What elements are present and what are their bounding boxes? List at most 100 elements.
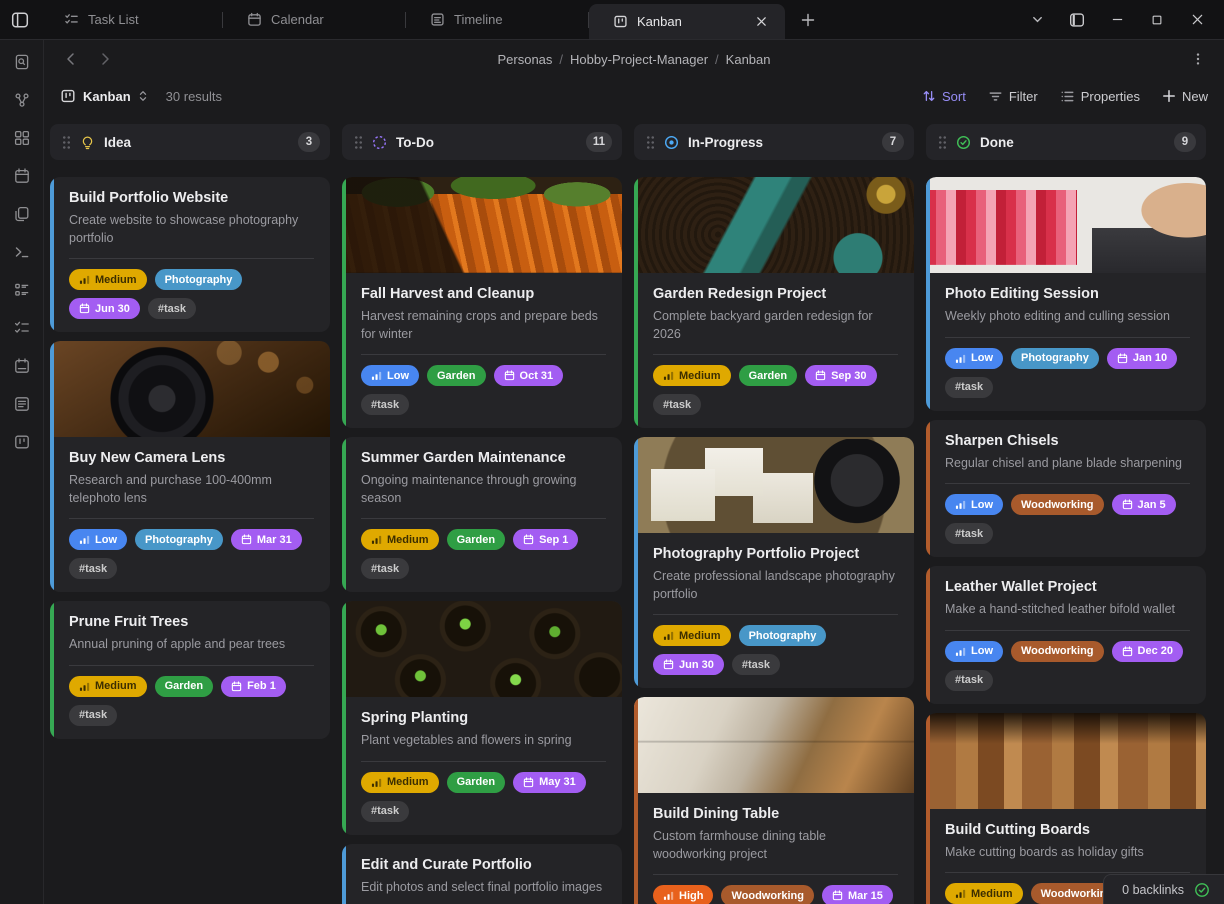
tag-badge: #task bbox=[361, 558, 409, 579]
minimize-icon[interactable] bbox=[1100, 6, 1134, 34]
card-body: Sharpen ChiselsRegular chisel and plane … bbox=[926, 420, 1206, 558]
kanban-card[interactable]: Summer Garden MaintenanceOngoing mainten… bbox=[342, 437, 622, 592]
close-tab-icon[interactable] bbox=[751, 12, 771, 32]
priority-badge: Low bbox=[945, 494, 1003, 515]
card-badges: MediumGardenSep 30#task bbox=[653, 365, 898, 415]
calendar-icon[interactable] bbox=[8, 164, 36, 188]
category-badge: Photography bbox=[739, 625, 827, 646]
tab-calendar[interactable]: Calendar bbox=[223, 0, 405, 39]
agenda-calendar-icon[interactable] bbox=[8, 354, 36, 378]
kanban-card[interactable]: Edit and Curate PortfolioEdit photos and… bbox=[342, 844, 622, 904]
kanban-card[interactable]: Build Portfolio WebsiteCreate website to… bbox=[50, 177, 330, 332]
breadcrumb-item[interactable]: Kanban bbox=[726, 52, 771, 67]
column-header[interactable]: To-Do11 bbox=[342, 124, 622, 160]
badge-label: Woodworking bbox=[1021, 645, 1094, 657]
kanban-column-idea: Idea3 Build Portfolio WebsiteCreate websi… bbox=[50, 124, 330, 904]
tag-badge: #task bbox=[653, 394, 701, 415]
breadcrumb-item[interactable]: Personas bbox=[497, 52, 552, 67]
new-button[interactable]: New bbox=[1162, 89, 1208, 104]
badge-label: Woodworking bbox=[1021, 499, 1094, 511]
sidebar-toggle-icon[interactable] bbox=[0, 10, 40, 30]
page-search-icon[interactable] bbox=[8, 50, 36, 74]
kanban-card[interactable]: Photo Editing SessionWeekly photo editin… bbox=[926, 177, 1206, 411]
navigation-row: Personas / Hobby-Project-Manager / Kanba… bbox=[44, 40, 1224, 78]
priority-badge: Low bbox=[69, 529, 127, 550]
breadcrumb-item[interactable]: Hobby-Project-Manager bbox=[570, 52, 708, 67]
kanban-card[interactable]: Fall Harvest and CleanupHarvest remainin… bbox=[342, 177, 622, 428]
card-body: Buy New Camera LensResearch and purchase… bbox=[50, 437, 330, 592]
tab-label: Calendar bbox=[271, 12, 391, 27]
badge-label: Photography bbox=[1021, 352, 1089, 364]
backlinks-pill[interactable]: 0 backlinks bbox=[1103, 874, 1224, 904]
breadcrumb: Personas / Hobby-Project-Manager / Kanba… bbox=[44, 52, 1224, 67]
more-options-icon[interactable] bbox=[1186, 47, 1210, 71]
kanban-card[interactable]: Prune Fruit TreesAnnual pruning of apple… bbox=[50, 601, 330, 739]
close-window-icon[interactable] bbox=[1180, 6, 1214, 34]
relations-graph-icon[interactable] bbox=[8, 88, 36, 112]
maximize-icon[interactable] bbox=[1140, 6, 1174, 34]
due-date-badge: Dec 20 bbox=[1112, 641, 1183, 662]
card-divider bbox=[361, 518, 606, 519]
window-controls bbox=[1020, 6, 1224, 34]
forward-arrow-icon[interactable] bbox=[94, 48, 116, 70]
priority-badge: Medium bbox=[69, 269, 147, 290]
column-header[interactable]: Done9 bbox=[926, 124, 1206, 160]
card-title: Photography Portfolio Project bbox=[653, 546, 898, 562]
kanban-board-icon[interactable] bbox=[8, 430, 36, 454]
column-header[interactable]: In-Progress7 bbox=[634, 124, 914, 160]
kanban-card[interactable]: Build Dining TableCustom farmhouse dinin… bbox=[634, 697, 914, 904]
card-description: Regular chisel and plane blade sharpenin… bbox=[945, 455, 1190, 473]
drag-handle-icon[interactable] bbox=[62, 135, 71, 149]
results-count: 30 results bbox=[166, 89, 222, 104]
card-cover-dining-table bbox=[634, 697, 914, 793]
kanban-card[interactable]: Sharpen ChiselsRegular chisel and plane … bbox=[926, 420, 1206, 558]
card-title: Fall Harvest and Cleanup bbox=[361, 286, 606, 302]
badge-label: Jun 30 bbox=[95, 303, 130, 315]
checklist-icon[interactable] bbox=[8, 316, 36, 340]
kanban-card[interactable]: Spring PlantingPlant vegetables and flow… bbox=[342, 601, 622, 835]
badge-label: Medium bbox=[679, 370, 721, 382]
card-badges: LowWoodworkingDec 20#task bbox=[945, 641, 1190, 691]
card-title: Spring Planting bbox=[361, 710, 606, 726]
terminal-icon[interactable] bbox=[8, 240, 36, 264]
board-list-icon[interactable] bbox=[8, 278, 36, 302]
category-badge: Garden bbox=[447, 529, 506, 550]
back-arrow-icon[interactable] bbox=[60, 48, 82, 70]
due-date-badge: Mar 31 bbox=[231, 529, 302, 550]
kanban-card[interactable]: Buy New Camera LensResearch and purchase… bbox=[50, 341, 330, 592]
column-header[interactable]: Idea3 bbox=[50, 124, 330, 160]
filter-icon bbox=[988, 89, 1003, 104]
kanban-card[interactable]: Garden Redesign ProjectComplete backyard… bbox=[634, 177, 914, 428]
view-selector[interactable]: Kanban bbox=[60, 88, 148, 104]
card-body: Fall Harvest and CleanupHarvest remainin… bbox=[342, 273, 622, 428]
tab-kanban[interactable]: Kanban bbox=[589, 4, 785, 39]
copy-pages-icon[interactable] bbox=[8, 202, 36, 226]
tab-label: Kanban bbox=[637, 14, 742, 29]
priority-badge: Low bbox=[361, 365, 419, 386]
sort-button[interactable]: Sort bbox=[922, 89, 966, 104]
chevron-down-icon[interactable] bbox=[1020, 6, 1054, 34]
document-icon[interactable] bbox=[8, 392, 36, 416]
card-cover-camera-lens bbox=[50, 341, 330, 437]
card-divider bbox=[653, 354, 898, 355]
breadcrumb-separator: / bbox=[559, 52, 563, 67]
kanban-card[interactable]: Photography Portfolio ProjectCreate prof… bbox=[634, 437, 914, 688]
tab-timeline[interactable]: Timeline bbox=[406, 0, 588, 39]
card-description: Weekly photo editing and culling session bbox=[945, 308, 1190, 326]
layout-panel-icon[interactable] bbox=[1060, 6, 1094, 34]
drag-handle-icon[interactable] bbox=[938, 135, 947, 149]
column-cards: Build Portfolio WebsiteCreate website to… bbox=[50, 177, 330, 739]
grid-view-icon[interactable] bbox=[8, 126, 36, 150]
tab-task-list[interactable]: Task List bbox=[40, 0, 222, 39]
tab-label: Task List bbox=[88, 12, 208, 27]
badge-label: #task bbox=[371, 805, 399, 817]
plus-icon bbox=[1162, 89, 1176, 103]
filter-button[interactable]: Filter bbox=[988, 89, 1038, 104]
drag-handle-icon[interactable] bbox=[354, 135, 363, 149]
new-tab-icon[interactable] bbox=[791, 0, 825, 39]
column-count-badge: 7 bbox=[882, 132, 904, 152]
badge-label: Low bbox=[971, 645, 993, 657]
drag-handle-icon[interactable] bbox=[646, 135, 655, 149]
properties-button[interactable]: Properties bbox=[1060, 89, 1140, 104]
kanban-card[interactable]: Leather Wallet ProjectMake a hand-stitch… bbox=[926, 566, 1206, 704]
